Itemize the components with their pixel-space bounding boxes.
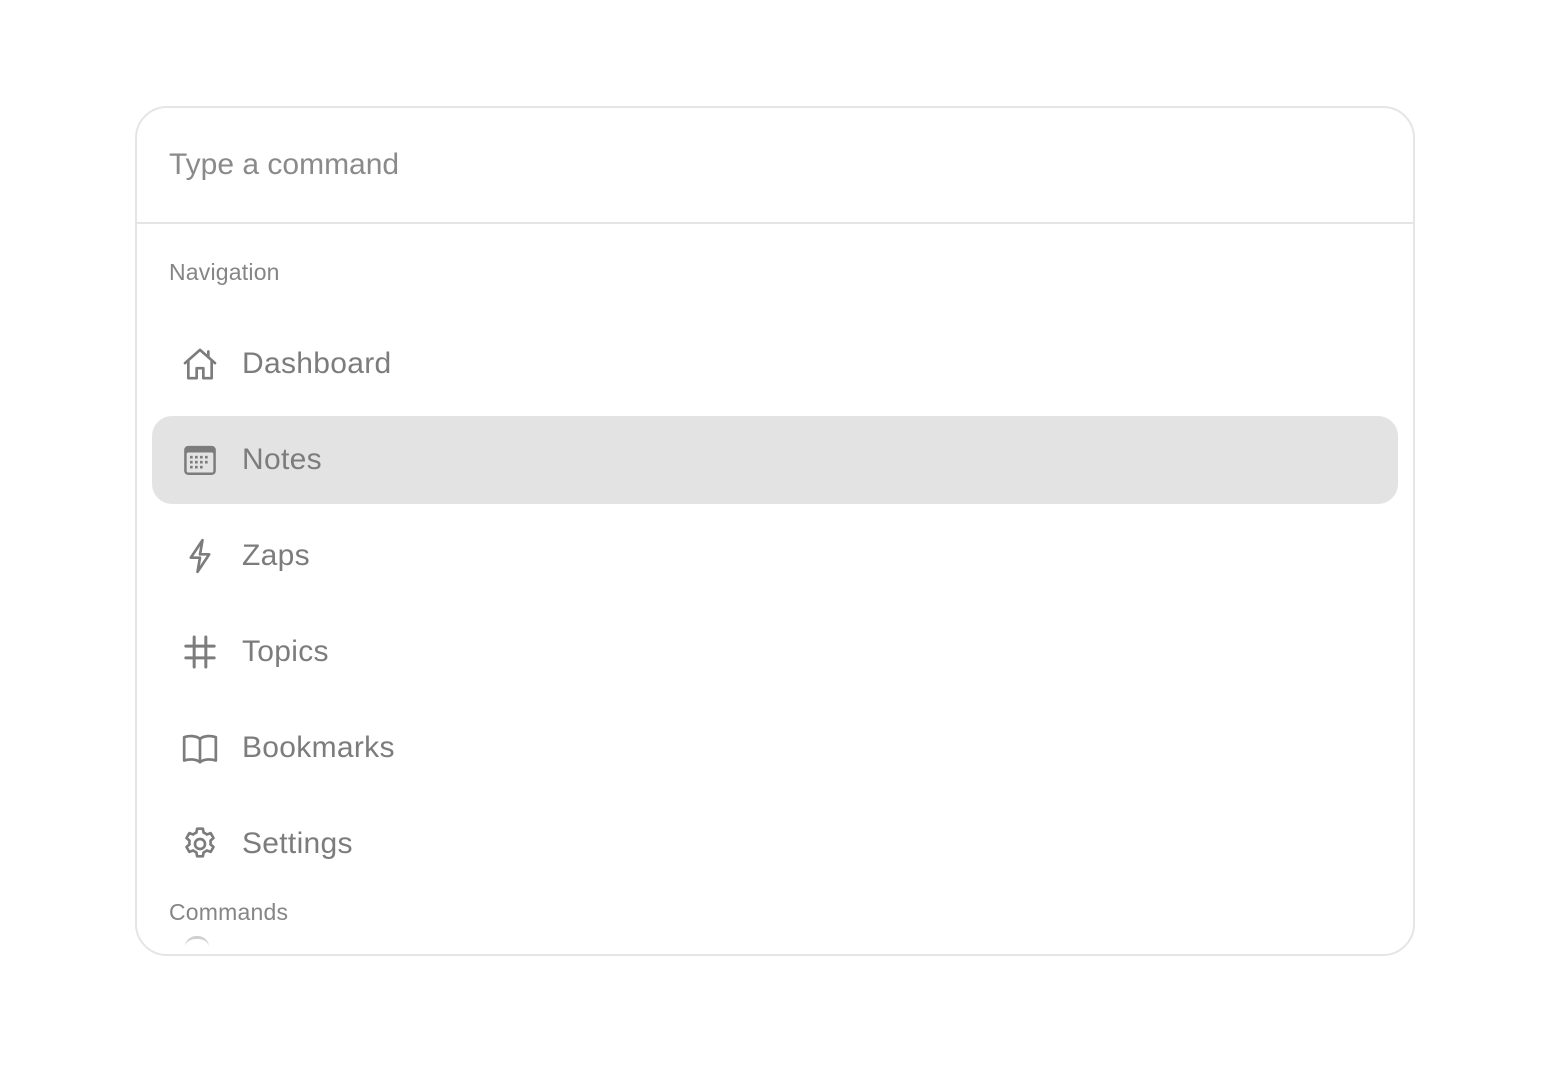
hashtag-icon <box>180 632 220 672</box>
next-item-peek <box>185 936 209 947</box>
nav-item-label: Zaps <box>242 539 310 572</box>
calendar-icon <box>180 440 220 480</box>
nav-item-label: Bookmarks <box>242 731 395 764</box>
nav-item-dashboard[interactable]: Dashboard <box>152 320 1398 408</box>
nav-item-label: Dashboard <box>242 347 392 380</box>
nav-item-zaps[interactable]: Zaps <box>152 512 1398 600</box>
nav-item-label: Topics <box>242 635 329 668</box>
nav-item-bookmarks[interactable]: Bookmarks <box>152 704 1398 792</box>
search-row <box>137 108 1413 224</box>
book-open-icon <box>180 728 220 768</box>
group-heading-navigation: Navigation <box>169 259 280 285</box>
nav-item-topics[interactable]: Topics <box>152 608 1398 696</box>
nav-item-label: Notes <box>242 443 322 476</box>
command-search-input[interactable] <box>137 108 1413 222</box>
command-palette: Navigation Dashboard <box>135 106 1415 956</box>
nav-item-notes[interactable]: Notes <box>152 416 1398 504</box>
command-list: Navigation Dashboard Notes Zaps Topics B… <box>137 224 1413 939</box>
nav-item-label: Settings <box>242 827 353 860</box>
lightning-icon <box>180 536 220 576</box>
gear-icon <box>180 824 220 864</box>
nav-item-settings[interactable]: Settings <box>152 800 1398 888</box>
group-heading-commands: Commands <box>169 899 289 925</box>
home-icon <box>180 344 220 384</box>
